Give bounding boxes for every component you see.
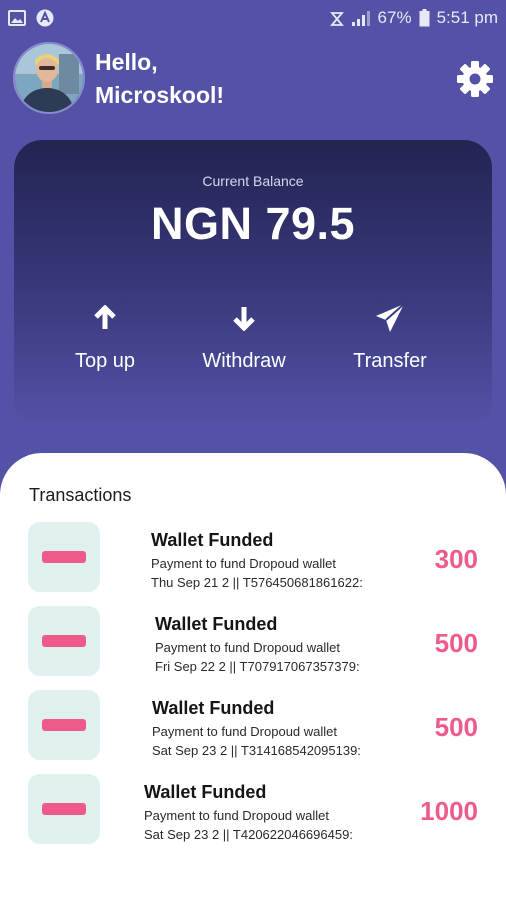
transaction-description: Payment to fund Dropoud wallet	[152, 724, 337, 739]
transaction-row[interactable]: Wallet Funded Payment to fund Dropoud wa…	[0, 690, 506, 766]
transfer-button[interactable]: Transfer	[325, 302, 455, 373]
top-up-label: Top up	[74, 350, 136, 372]
balance-amount: NGN 79.5	[150, 198, 356, 249]
withdraw-label: Withdraw	[202, 350, 286, 372]
transaction-title: Wallet Funded	[144, 782, 267, 802]
minus-icon	[28, 774, 100, 844]
battery-icon	[419, 9, 430, 27]
arrow-up-icon	[40, 302, 170, 334]
transaction-meta: Sat Sep 23 2 || T420622046696459:	[144, 827, 353, 842]
minus-icon	[28, 522, 100, 592]
battery-percent: 67%	[377, 8, 412, 27]
balance-card: Current Balance NGN 79.5 Top up Withdraw…	[14, 140, 492, 430]
greeting-line1: Hello,	[95, 49, 158, 75]
transaction-row[interactable]: Wallet Funded Payment to fund Dropoud wa…	[0, 522, 506, 598]
signal-icon	[351, 9, 371, 27]
transfer-label: Transfer	[353, 350, 427, 372]
transaction-meta: Sat Sep 23 2 || T314168542095139:	[152, 743, 361, 758]
transaction-row[interactable]: Wallet Funded Payment to fund Dropoud wa…	[0, 606, 506, 682]
greeting: Hello, Microskool!	[95, 46, 224, 112]
top-up-button[interactable]: Top up	[40, 302, 170, 373]
transaction-amount: 500	[434, 628, 478, 658]
transaction-description: Payment to fund Dropoud wallet	[155, 640, 340, 655]
alarm-icon	[329, 9, 344, 27]
greeting-name: Microskool!	[95, 82, 225, 108]
gallery-icon	[8, 10, 26, 26]
transaction-description: Payment to fund Dropoud wallet	[151, 556, 336, 571]
arrow-down-icon	[179, 302, 309, 334]
avatar[interactable]	[13, 42, 85, 114]
balance-label: Current Balance	[202, 173, 304, 189]
transaction-row[interactable]: Wallet Funded Payment to fund Dropoud wa…	[0, 774, 506, 850]
transaction-amount: 1000	[420, 796, 478, 826]
transaction-description: Payment to fund Dropoud wallet	[144, 808, 329, 823]
transaction-meta: Fri Sep 22 2 || T707917067357379:	[155, 659, 360, 674]
transactions-panel: Transactions Wallet Funded Payment to fu…	[0, 453, 506, 900]
transaction-title: Wallet Funded	[151, 530, 274, 550]
transaction-meta: Thu Sep 21 2 || T576450681861622:	[151, 575, 363, 590]
transaction-amount: 500	[434, 712, 478, 742]
minus-icon	[28, 690, 100, 760]
transaction-title: Wallet Funded	[152, 698, 275, 718]
transactions-title: Transactions	[29, 485, 132, 505]
status-bar: 67% 5:51 pm	[0, 0, 506, 36]
send-icon	[325, 302, 455, 334]
withdraw-button[interactable]: Withdraw	[179, 302, 309, 373]
a-badge-icon	[36, 9, 54, 27]
gear-icon[interactable]	[456, 60, 494, 98]
transaction-title: Wallet Funded	[155, 614, 278, 634]
clock: 5:51 pm	[436, 8, 498, 27]
transaction-amount: 300	[434, 544, 478, 574]
minus-icon	[28, 606, 100, 676]
